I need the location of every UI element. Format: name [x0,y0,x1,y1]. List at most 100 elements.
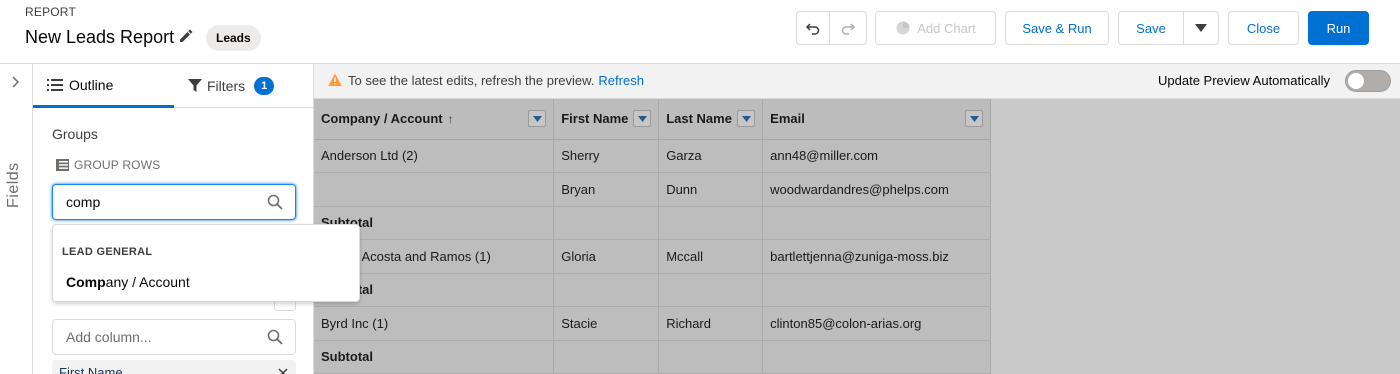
close-icon[interactable] [278,368,288,374]
filters-count-badge: 1 [254,77,275,95]
table-cell: Gloria [553,239,660,274]
column-header-last-name[interactable]: Last Name [658,99,764,140]
table-cell [762,273,991,307]
close-button[interactable]: Close [1228,11,1299,45]
report-title: New Leads Report [25,27,175,47]
table-cell [553,340,660,374]
table-cell [658,273,764,307]
table-row: Bryan, Acosta and Ramos (1) Gloria Mccal… [314,239,991,274]
table-cell: Garza [658,139,764,173]
report-type-badge: Leads [206,25,261,51]
column-header-label: First Name [561,111,629,127]
auto-update-toggle[interactable] [1345,70,1391,92]
table-cell: woodwardandres@phelps.com [762,172,991,207]
table-cell: ann48@miller.com [762,139,991,173]
tab-filters-label: Filters [207,78,246,94]
report-eyebrow: REPORT [25,5,76,19]
report-table: Company / Account ↑ First Name Last Name … [314,99,991,374]
table-cell [762,206,991,240]
table-cell: Stacie [553,306,660,341]
groups-title: Groups [52,126,98,142]
table-cell: Anderson Ltd (2) [314,139,555,173]
column-header-company-account[interactable]: Company / Account ↑ [314,99,555,140]
report-preview: Company / Account ↑ First Name Last Name … [314,99,1400,374]
column-header-label: Email [770,111,805,127]
auto-update-label: Update Preview Automatically [1158,73,1330,88]
dropdown-option-rest: any / Account [105,274,190,290]
group-rows-icon [56,159,69,171]
subtotal-row: Subtotal [314,340,991,374]
info-message: To see the latest edits, refresh the pre… [348,73,644,88]
search-icon [267,329,283,345]
table-cell: Dunn [658,172,764,207]
column-header-label: Company / Account [321,111,443,127]
fields-rail-label: Fields [5,162,22,208]
pencil-icon[interactable] [178,28,194,44]
table-cell [762,340,991,374]
info-message-text: To see the latest edits, refresh the pre… [348,73,595,88]
column-menu-button[interactable] [965,110,983,128]
column-menu-button[interactable] [737,110,756,128]
chevron-down-icon [637,115,647,122]
table-cell: Byrd Inc (1) [314,306,555,341]
table-row: Byrd Inc (1) Stacie Richard clinton85@co… [314,306,991,341]
column-header-label: Last Name [666,111,732,127]
outline-panel: Outline Filters 1 Groups GROUP ROWS comp… [33,64,314,374]
list-icon [47,78,63,91]
dropdown-section-header: LEAD GENERAL [62,246,153,258]
fields-rail[interactable]: Fields [0,64,33,374]
table-cell: bartlettjenna@zuniga-moss.biz [762,239,991,274]
add-column-input[interactable]: Add column... [52,319,296,355]
column-item-label: First Name [59,365,123,374]
redo-button[interactable] [829,11,867,45]
chevron-down-icon [1195,24,1207,32]
table-cell: Sherry [553,139,660,173]
column-header-first-name[interactable]: First Name [553,99,660,140]
column-menu-button[interactable] [528,110,547,128]
column-item[interactable]: First Name [52,360,296,374]
run-button[interactable]: Run [1308,11,1369,45]
table-cell [658,206,764,240]
sort-ascending-icon: ↑ [447,112,454,127]
table-row: Anderson Ltd (2) Sherry Garza ann48@mill… [314,139,991,173]
save-menu-button[interactable] [1183,11,1219,45]
subtotal-cell: Subtotal [314,340,555,374]
table-row: Bryan Dunn woodwardandres@phelps.com [314,172,991,207]
subtotal-row: Subtotal [314,206,991,240]
add-column-placeholder: Add column... [66,329,152,345]
report-header: REPORT New Leads Report Leads Add Chart … [0,0,1400,64]
group-search-dropdown: LEAD GENERAL Company / Account [52,224,360,302]
group-search-input[interactable]: comp [52,184,296,220]
warning-icon [328,73,342,86]
table-cell [553,273,660,307]
preview-info-bar: To see the latest edits, refresh the pre… [314,64,1400,99]
table-cell: Mccall [658,239,764,274]
table-cell: Richard [658,306,764,341]
chevron-down-icon [969,115,979,122]
toggle-knob [1348,73,1364,89]
table-cell: Bryan [553,172,660,207]
tab-outline-label: Outline [69,76,114,93]
group-rows-text: GROUP ROWS [74,158,161,172]
add-chart-label: Add Chart [917,20,976,36]
add-chart-button[interactable]: Add Chart [875,11,996,45]
tab-outline[interactable]: Outline [33,64,174,108]
chevron-down-icon [741,115,751,122]
dropdown-option-company-account[interactable]: Company / Account [66,274,190,290]
redo-icon [841,23,856,35]
save-button[interactable]: Save [1118,11,1184,45]
refresh-link[interactable]: Refresh [598,73,644,88]
column-menu-button[interactable] [633,110,652,128]
undo-button[interactable] [796,11,830,45]
save-run-button[interactable]: Save & Run [1005,11,1109,45]
filter-icon [188,79,202,92]
table-cell [314,172,555,207]
group-rows-label: GROUP ROWS [56,158,160,172]
column-header-email[interactable]: Email [762,99,991,140]
undo-icon [805,23,820,35]
chevron-right-icon[interactable] [10,76,22,88]
table-cell [553,206,660,240]
table-cell [658,340,764,374]
tab-filters[interactable]: Filters 1 [188,64,275,108]
chart-icon [896,21,910,35]
